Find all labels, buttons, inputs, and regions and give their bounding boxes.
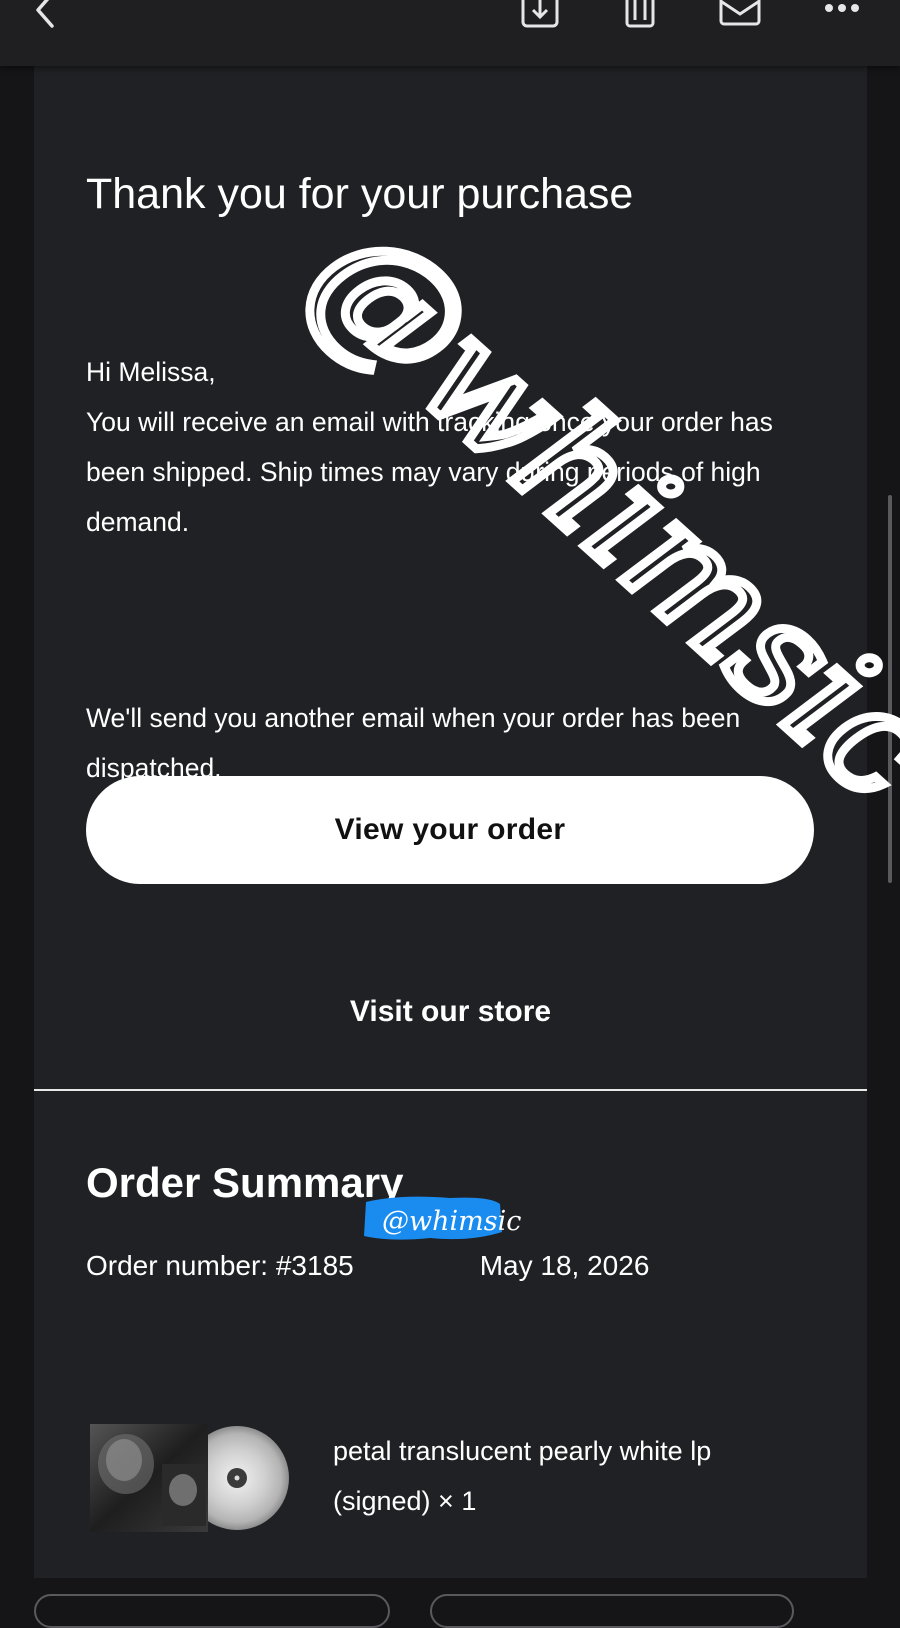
order-number: Order number: #3185 May 18, 2026 — [86, 1250, 649, 1282]
chevron-left-icon[interactable] — [24, 0, 68, 32]
forward-chip[interactable] — [430, 1594, 794, 1628]
order-date: May 18, 2026 — [479, 1250, 650, 1281]
scrollbar[interactable] — [888, 495, 892, 883]
archive-icon[interactable] — [518, 0, 562, 32]
trash-icon[interactable] — [618, 0, 662, 32]
greeting-text: Hi Melissa, — [86, 357, 216, 387]
email-body: Thank you for your purchase Hi Melissa, … — [34, 66, 867, 1578]
section-divider — [34, 1089, 867, 1091]
more-icon[interactable] — [820, 0, 864, 32]
reply-chip[interactable] — [34, 1594, 390, 1628]
order-number-text: Order number: #3185 — [86, 1250, 354, 1281]
visit-store-link[interactable]: Visit our store — [34, 995, 867, 1029]
mail-icon[interactable] — [718, 0, 762, 32]
shipping-message: You will receive an email with tracking … — [86, 407, 773, 537]
order-summary-heading: Order Summary — [86, 1159, 404, 1206]
view-order-button[interactable]: View your order — [86, 776, 814, 884]
email-title: Thank you for your purchase — [86, 170, 634, 218]
email-toolbar — [0, 0, 900, 66]
product-name: petal translucent pearly white lp (signe… — [333, 1436, 712, 1516]
product-image[interactable] — [90, 1424, 296, 1532]
redaction-mark — [360, 1192, 506, 1244]
